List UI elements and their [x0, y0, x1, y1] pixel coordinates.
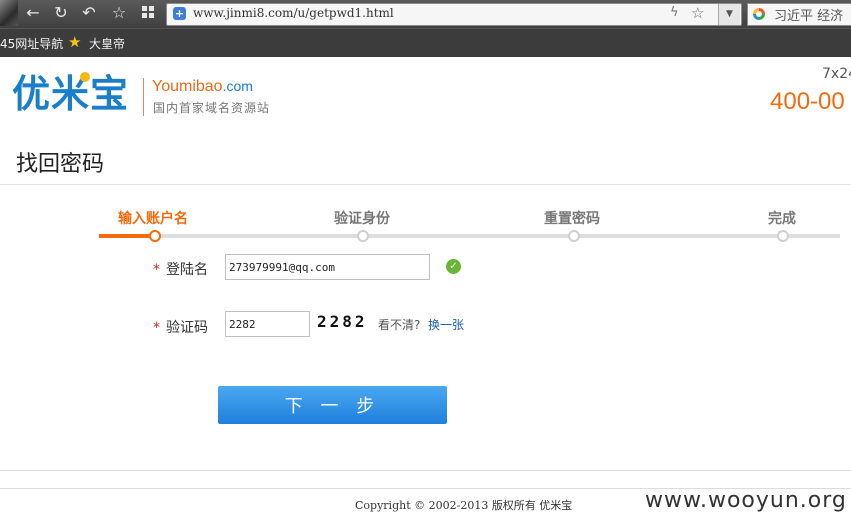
browser-toolbar: ← ↻ ↶ ☆ + www.jinmi8.com/u/getpwd1.html … — [0, 0, 851, 28]
logo-english-suffix: .com — [222, 78, 253, 94]
step-label-enter-account: 输入账户名 — [118, 211, 188, 227]
hotline-hours: 7x24 — [822, 66, 851, 82]
address-bar[interactable]: + www.jinmi8.com/u/getpwd1.html ϟ ☆ ▼ — [166, 3, 742, 26]
username-input[interactable]: 273979991@qq.com — [225, 254, 430, 280]
step-dot — [357, 230, 369, 242]
bookmarks-bar: 45网址导航 ★ 大皇帝 — [0, 28, 851, 57]
hotline-number: 400-00 — [770, 88, 845, 115]
back-icon[interactable]: ← — [24, 4, 42, 22]
step-dot — [568, 230, 580, 242]
captcha-refresh-link[interactable]: 换一张 — [428, 316, 464, 333]
required-mark: * — [153, 262, 160, 278]
logo-english-main: Youmibao — [152, 78, 223, 95]
undo-icon[interactable]: ↶ — [80, 4, 98, 22]
step-dot — [149, 230, 161, 242]
apps-grid-icon[interactable] — [142, 6, 155, 19]
captcha-label: 验证码 — [166, 320, 208, 336]
bookmark-item[interactable]: 45网址导航 — [0, 35, 63, 52]
favorite-star-icon[interactable]: ☆ — [110, 4, 128, 22]
star-icon: ★ — [68, 33, 82, 51]
captcha-image[interactable]: 2282 — [317, 312, 368, 331]
check-icon: ✓ — [446, 259, 461, 274]
lightning-icon[interactable]: ϟ — [670, 5, 679, 20]
bookmark-star-icon[interactable]: ☆ — [691, 4, 704, 22]
logo-english: Youmibao.com — [152, 78, 253, 96]
step-dot — [777, 230, 789, 242]
search-text[interactable]: 习近平 经济 — [774, 5, 843, 24]
captcha-input[interactable]: 2282 — [225, 311, 310, 337]
progress-done — [99, 234, 155, 238]
profile-avatar[interactable] — [0, 0, 18, 26]
progress-track — [99, 234, 840, 238]
footer-divider — [0, 470, 851, 471]
search-box[interactable]: 习近平 经济 — [747, 3, 851, 26]
logo-dot-icon — [80, 72, 90, 82]
required-mark: * — [153, 320, 160, 336]
next-step-button[interactable]: 下 一 步 — [218, 386, 447, 424]
search-engine-icon[interactable] — [753, 8, 765, 20]
step-label-verify-identity: 验证身份 — [334, 211, 390, 227]
bookmark-item[interactable]: 大皇帝 — [89, 35, 125, 52]
watermark-text: www.wooyun.org — [645, 488, 847, 513]
logo-tagline: 国内首家域名资源站 — [153, 101, 271, 115]
site-favicon-icon: + — [173, 7, 186, 20]
title-divider — [0, 184, 851, 185]
page-title: 找回密码 — [16, 152, 105, 177]
step-label-done: 完成 — [768, 211, 796, 227]
address-dropdown-icon[interactable]: ▼ — [718, 4, 740, 25]
browser-chrome: ← ↻ ↶ ☆ + www.jinmi8.com/u/getpwd1.html … — [0, 0, 851, 57]
step-label-reset-password: 重置密码 — [544, 211, 600, 227]
username-label: 登陆名 — [166, 262, 208, 278]
refresh-icon[interactable]: ↻ — [52, 4, 70, 22]
url-text[interactable]: www.jinmi8.com/u/getpwd1.html — [193, 6, 394, 20]
copyright-text: Copyright © 2002-2013 版权所有 优米宝 — [355, 499, 573, 512]
captcha-hint: 看不清? — [378, 318, 421, 332]
logo-divider — [143, 78, 144, 116]
site-logo[interactable]: 优米宝 — [12, 72, 129, 116]
